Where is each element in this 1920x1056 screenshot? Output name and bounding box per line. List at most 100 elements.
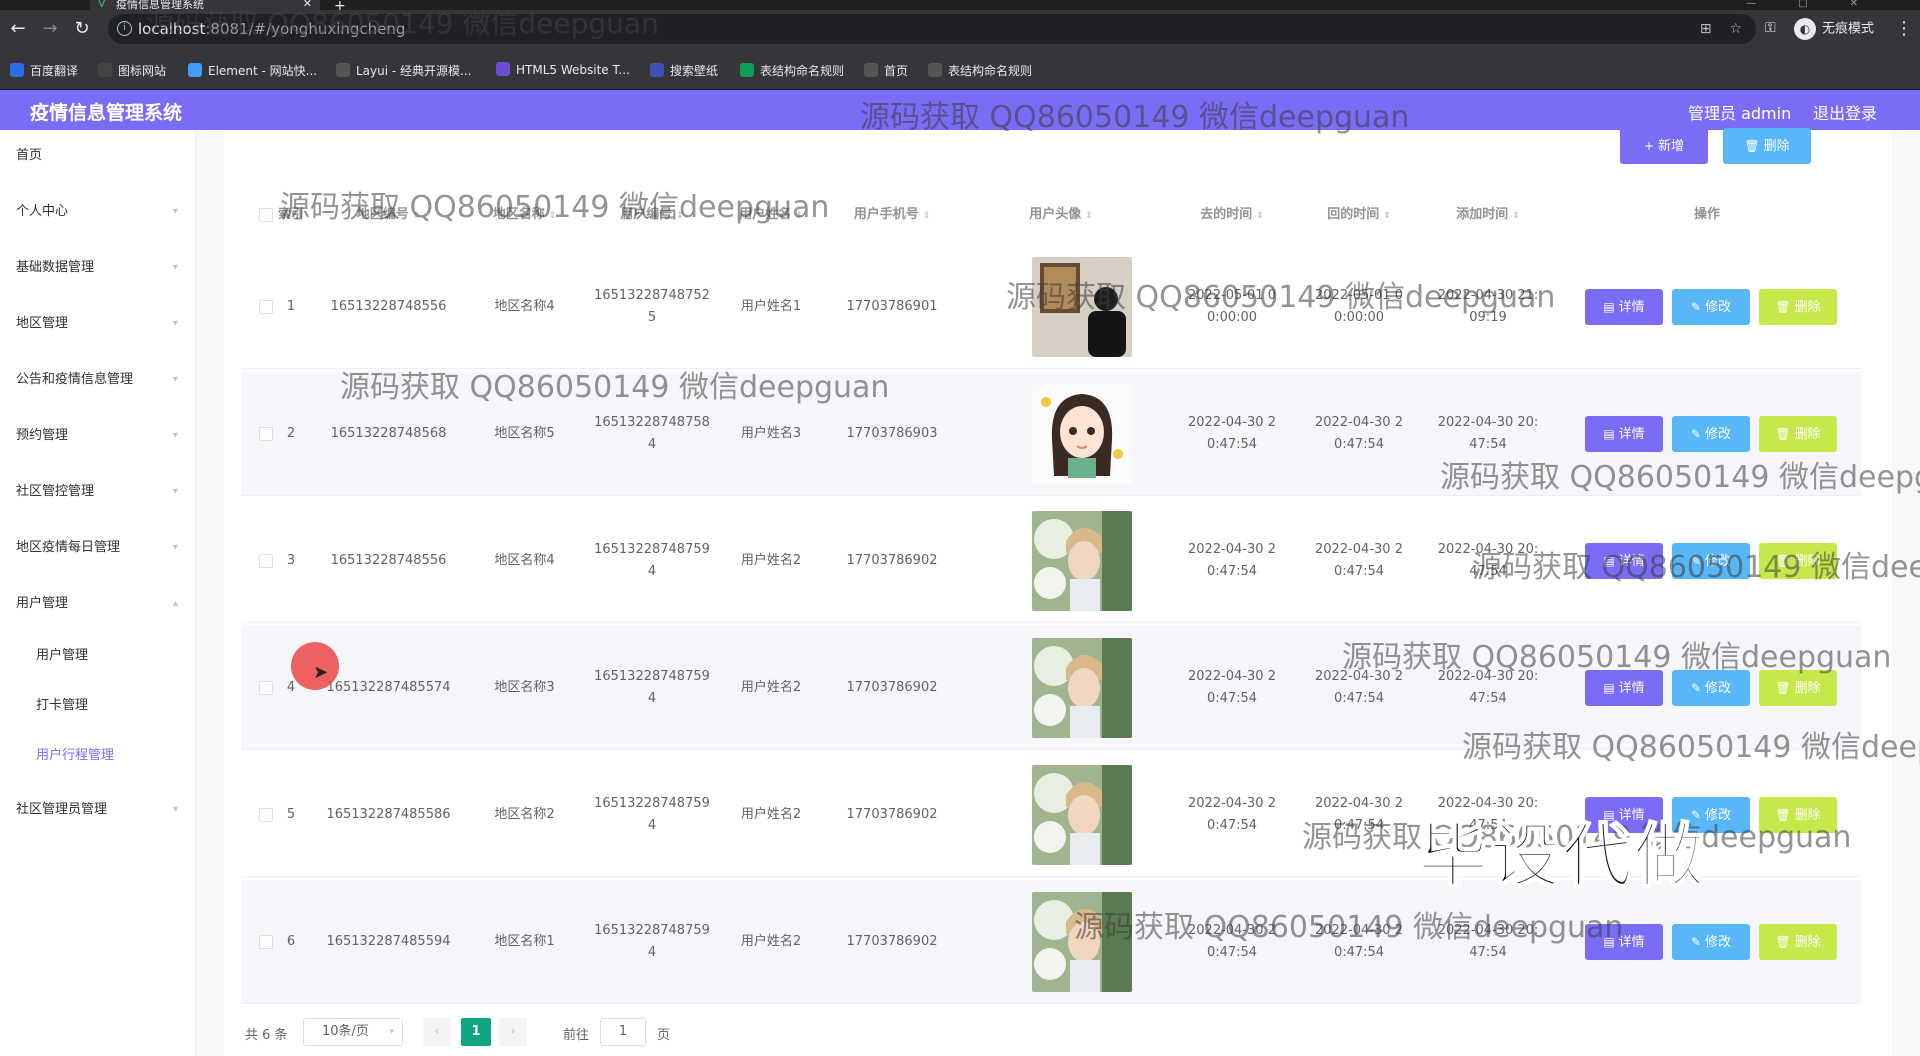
row-detail-button[interactable]: ▤ 详情 bbox=[1585, 670, 1663, 706]
site-info-icon[interactable]: i bbox=[117, 21, 132, 36]
row-detail-button[interactable]: ▤ 详情 bbox=[1585, 416, 1663, 452]
row-edit-button[interactable]: ✎ 修改 bbox=[1672, 670, 1750, 706]
bookmark-item[interactable]: Element - 网站快... bbox=[188, 62, 317, 79]
cell-text-go-time: 2022-04-30 20:47:54 bbox=[1188, 923, 1276, 960]
table-cell: 17703786902 bbox=[831, 753, 953, 877]
sidebar-item-label: 个人中心 bbox=[16, 204, 69, 219]
incognito-indicator[interactable]: ◐ 无痕模式 bbox=[1794, 18, 1874, 41]
table-cell: 2 bbox=[271, 372, 311, 496]
user-avatar-image[interactable] bbox=[1032, 511, 1132, 611]
user-avatar-image[interactable] bbox=[1032, 257, 1132, 357]
sidebar-item[interactable]: 社区管控管理 ▾ bbox=[0, 472, 196, 512]
column-header[interactable]: 用户手机号 ⇕ bbox=[831, 190, 953, 240]
bookmark-item[interactable]: 搜索壁纸 bbox=[650, 62, 718, 79]
user-avatar-image[interactable] bbox=[1032, 638, 1132, 738]
user-avatar-image[interactable] bbox=[1032, 384, 1132, 484]
omnibox-actions[interactable]: ⊞ ☆ bbox=[1700, 14, 1742, 44]
row-delete-button[interactable]: 🗑 删除 bbox=[1759, 416, 1837, 452]
translate-icon[interactable]: ⊞ bbox=[1700, 21, 1712, 37]
add-button[interactable]: + 新增 bbox=[1620, 128, 1708, 164]
column-header[interactable]: 回的时间 ⇕ bbox=[1295, 190, 1423, 240]
back-icon[interactable]: ← bbox=[6, 18, 30, 39]
sort-icon[interactable]: ⇕ bbox=[1383, 211, 1391, 221]
table-cell: 用户姓名1 bbox=[711, 245, 831, 369]
column-header[interactable]: 用户头像 ⇕ bbox=[953, 190, 1169, 240]
column-header[interactable]: 用户编号 ⇕ bbox=[593, 190, 711, 240]
sidebar-item[interactable]: 首页 bbox=[0, 136, 196, 176]
sidebar-item[interactable]: 公告和疫情信息管理 ▾ bbox=[0, 360, 196, 400]
cell-text-back-time: 2022-04-30 20:47:54 bbox=[1315, 542, 1403, 579]
page-number-current[interactable]: 1 bbox=[461, 1018, 491, 1046]
sort-icon[interactable]: ⇕ bbox=[1085, 211, 1093, 221]
row-detail-button[interactable]: ▤ 详情 bbox=[1585, 543, 1663, 579]
sidebar-item[interactable]: 个人中心 ▾ bbox=[0, 192, 196, 232]
row-delete-button[interactable]: 🗑 删除 bbox=[1759, 797, 1837, 833]
reload-icon[interactable]: ↻ bbox=[70, 18, 94, 39]
user-avatar-image[interactable] bbox=[1032, 892, 1132, 992]
sort-icon[interactable]: ⇕ bbox=[795, 211, 803, 221]
column-header[interactable]: 添加时间 ⇕ bbox=[1423, 190, 1553, 240]
bookmark-favicon-icon bbox=[188, 63, 202, 77]
bookmark-item[interactable]: 首页 bbox=[864, 62, 908, 79]
sidebar-subitem[interactable]: 打卡管理 bbox=[0, 686, 196, 726]
page-size-select[interactable]: 10条/页 ▾ bbox=[303, 1018, 403, 1046]
row-edit-button[interactable]: ✎ 修改 bbox=[1672, 416, 1750, 452]
sort-icon[interactable]: ⇕ bbox=[413, 211, 421, 221]
cell-text-add-time: 2022-04-30 20:47:54 bbox=[1437, 923, 1539, 960]
prev-page-button[interactable]: ‹ bbox=[423, 1018, 451, 1046]
sidebar-item[interactable]: 预约管理 ▾ bbox=[0, 416, 196, 456]
password-key-icon[interactable]: ⚿ bbox=[1765, 20, 1776, 36]
bookmark-item[interactable]: Layui - 经典开源模... bbox=[336, 62, 471, 79]
sort-icon[interactable]: ⇕ bbox=[676, 211, 684, 221]
page-size-value: 10条/页 bbox=[322, 1024, 369, 1039]
user-avatar-image[interactable] bbox=[1032, 765, 1132, 865]
sidebar-item[interactable]: 用户管理 ▴ bbox=[0, 584, 196, 624]
column-header[interactable]: 去的时间 ⇕ bbox=[1169, 190, 1295, 240]
sort-icon[interactable]: ⇕ bbox=[1256, 211, 1264, 221]
tab-close-icon[interactable]: ✕ bbox=[303, 0, 312, 9]
cell-text-index: 1 bbox=[286, 299, 296, 314]
column-header-label: 用户编号 bbox=[620, 207, 673, 222]
next-page-button[interactable]: › bbox=[499, 1018, 527, 1046]
sort-icon[interactable]: ⇕ bbox=[549, 211, 557, 221]
address-bar[interactable]: i localhost:8081/#/yonghuxingcheng ⊞ ☆ bbox=[108, 14, 1756, 44]
chevron-icon: ▾ bbox=[172, 374, 178, 385]
sidebar-item[interactable]: 基础数据管理 ▾ bbox=[0, 248, 196, 288]
browser-tab[interactable]: V 疫情信息管理系统 ✕ bbox=[90, 0, 320, 10]
row-detail-button[interactable]: ▤ 详情 bbox=[1585, 289, 1663, 325]
column-header[interactable]: 地区编号 ⇕ bbox=[321, 190, 456, 240]
sidebar-subitem[interactable]: 用户管理 bbox=[0, 636, 196, 676]
row-edit-button[interactable]: ✎ 修改 bbox=[1672, 543, 1750, 579]
sidebar-item[interactable]: 社区管理员管理 ▾ bbox=[0, 790, 196, 830]
window-controls[interactable]: —□✕ bbox=[1746, 0, 1900, 9]
bookmark-label: 百度翻译 bbox=[30, 64, 79, 78]
browser-menu-icon[interactable]: ⋮ bbox=[1895, 18, 1913, 39]
forward-icon[interactable]: → bbox=[38, 18, 62, 39]
row-edit-button[interactable]: ✎ 修改 bbox=[1672, 924, 1750, 960]
table-cell: 165132287485586 bbox=[321, 753, 456, 877]
sidebar-subitem[interactable]: 用户行程管理 bbox=[0, 736, 196, 776]
row-delete-button[interactable]: 🗑 删除 bbox=[1759, 543, 1837, 579]
bookmark-item[interactable]: 图标网站 bbox=[98, 62, 166, 79]
column-header[interactable]: 用户姓名 ⇕ bbox=[711, 190, 831, 240]
column-header[interactable]: 索引 bbox=[271, 190, 311, 240]
column-header[interactable]: 地区名称 ⇕ bbox=[456, 190, 593, 240]
row-delete-button[interactable]: 🗑 删除 bbox=[1759, 289, 1837, 325]
bookmark-item[interactable]: HTML5 Website T... bbox=[496, 62, 630, 77]
goto-page-input[interactable]: 1 bbox=[600, 1018, 646, 1046]
batch-delete-button[interactable]: 🗑 删除 bbox=[1723, 128, 1811, 164]
row-edit-button[interactable]: ✎ 修改 bbox=[1672, 289, 1750, 325]
row-delete-button[interactable]: 🗑 删除 bbox=[1759, 670, 1837, 706]
sidebar-item[interactable]: 地区疫情每日管理 ▾ bbox=[0, 528, 196, 568]
bookmark-item[interactable]: 表结构命名规则 bbox=[740, 62, 844, 79]
cell-text-user-no: 165132287487594 bbox=[594, 542, 710, 579]
bookmark-item[interactable]: 百度翻译 bbox=[10, 62, 78, 79]
sort-icon[interactable]: ⇕ bbox=[1512, 211, 1520, 221]
row-delete-button[interactable]: 🗑 删除 bbox=[1759, 924, 1837, 960]
sort-icon[interactable]: ⇕ bbox=[923, 211, 931, 221]
logout-link[interactable]: 退出登录 bbox=[1813, 100, 1877, 124]
bookmark-star-icon[interactable]: ☆ bbox=[1729, 21, 1742, 37]
row-detail-button[interactable]: ▤ 详情 bbox=[1585, 924, 1663, 960]
bookmark-item[interactable]: 表结构命名规则 bbox=[928, 62, 1032, 79]
sidebar-item[interactable]: 地区管理 ▾ bbox=[0, 304, 196, 344]
